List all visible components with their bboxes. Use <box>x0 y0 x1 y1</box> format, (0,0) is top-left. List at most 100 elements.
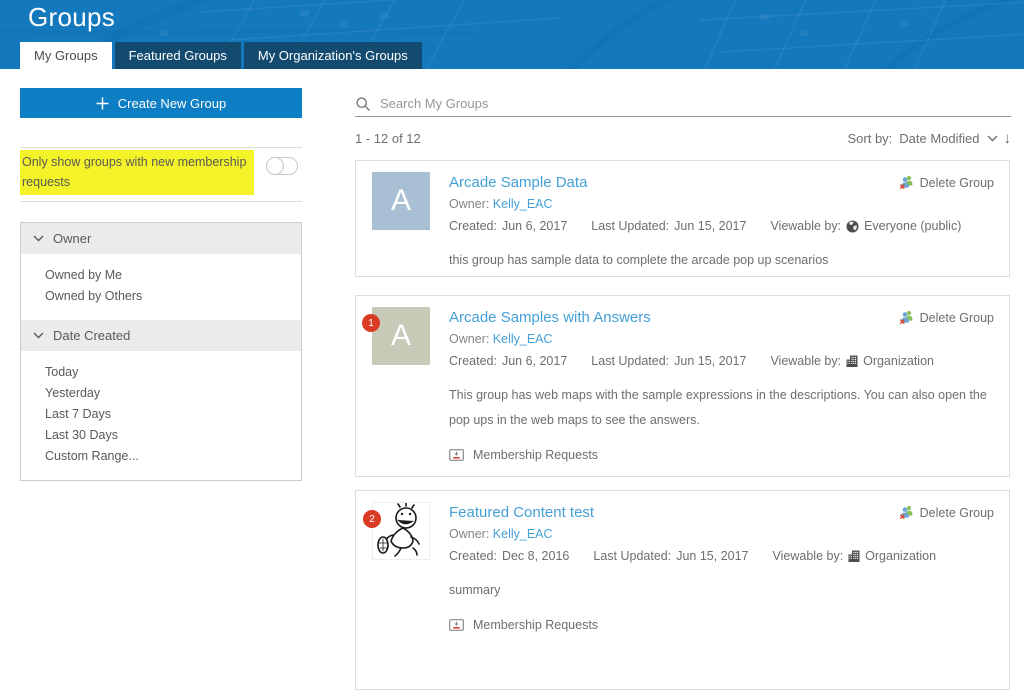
owner-link[interactable]: Kelly_EAC <box>493 527 553 541</box>
viewable-label: Viewable by: <box>770 354 842 368</box>
updated-label: Last Updated: <box>591 219 670 233</box>
filter-section-owner[interactable]: Owner <box>21 223 301 254</box>
organization-icon <box>846 355 858 367</box>
search-icon <box>356 96 370 111</box>
filter-section-title: Date Created <box>53 328 131 343</box>
group-thumbnail[interactable]: 1 A <box>362 307 430 365</box>
tab-featured-groups[interactable]: Featured Groups <box>114 42 241 69</box>
results-toolbar: 1 - 12 of 12 Sort by: Date Modified ↓ <box>355 130 1011 147</box>
filter-owned-by-me[interactable]: Owned by Me <box>45 265 301 286</box>
filter-last-7-days[interactable]: Last 7 Days <box>45 404 301 425</box>
created-label: Created: <box>449 354 497 368</box>
updated-value: Jun 15, 2017 <box>674 354 747 368</box>
viewable-value: Organization <box>863 354 934 368</box>
result-count: 1 - 12 of 12 <box>355 131 421 146</box>
owner-link[interactable]: Kelly_EAC <box>493 332 553 346</box>
thumbnail-letter: A <box>390 184 411 217</box>
updated-label: Last Updated: <box>593 549 672 563</box>
membership-filter-label: Only show groups with new membership req… <box>20 150 254 195</box>
membership-filter-toggle[interactable] <box>266 157 298 175</box>
filter-yesterday[interactable]: Yesterday <box>45 383 301 404</box>
group-title-link[interactable]: Featured Content test <box>449 504 594 522</box>
cartoon-thumbnail-image <box>377 503 420 557</box>
owner-line: Owner: Kelly_EAC <box>449 197 994 211</box>
membership-requests-label: Membership Requests <box>473 618 599 632</box>
created-value: Jun 6, 2017 <box>501 219 568 233</box>
sort-by-dropdown[interactable]: Sort by: Date Modified <box>847 131 997 146</box>
delete-group-icon <box>899 505 913 520</box>
search-bar <box>355 91 1011 117</box>
sort-direction-icon[interactable]: ↓ <box>1004 130 1012 147</box>
group-card-body: Featured Content test Owner: Kelly_EAC C… <box>449 502 994 677</box>
tab-bar: My Groups Featured Groups My Organizatio… <box>20 42 425 69</box>
membership-filter-row: Only show groups with new membership req… <box>20 150 302 195</box>
delete-group-button[interactable]: Delete Group <box>899 505 994 520</box>
delete-group-label: Delete Group <box>919 505 994 520</box>
filter-section-date-created[interactable]: Date Created <box>21 320 301 351</box>
created-label: Created: <box>449 219 497 233</box>
filter-last-30-days[interactable]: Last 30 Days <box>45 425 301 446</box>
globe-icon <box>846 220 859 233</box>
membership-request-count-badge: 1 <box>362 314 380 332</box>
created-value: Dec 8, 2016 <box>501 549 570 563</box>
create-new-group-button[interactable]: Create New Group <box>20 88 302 118</box>
delete-group-label: Delete Group <box>919 175 994 190</box>
created-label: Created: <box>449 549 497 563</box>
owner-link[interactable]: Kelly_EAC <box>493 197 553 211</box>
membership-request-count-badge: 2 <box>363 510 381 528</box>
sort-by-value: Date Modified <box>899 131 980 146</box>
group-thumbnail[interactable]: A <box>372 172 430 230</box>
chevron-down-icon <box>987 135 997 142</box>
group-description: summary <box>449 583 501 597</box>
owner-label: Owner: <box>449 527 490 541</box>
filter-custom-range[interactable]: Custom Range... <box>45 446 301 467</box>
membership-requests-icon <box>449 448 464 461</box>
meta-line: Created: Dec 8, 2016 Last Updated: Jun 1… <box>449 549 994 563</box>
updated-value: Jun 15, 2017 <box>674 219 747 233</box>
filter-section-title: Owner <box>53 231 92 246</box>
membership-requests-label: Membership Requests <box>473 448 599 462</box>
page-header: Groups My Groups Featured Groups My Orga… <box>0 0 1024 69</box>
group-card: 2 Featured Content test Owner: Kelly_EAC <box>355 490 1010 690</box>
tab-my-organizations-groups[interactable]: My Organization's Groups <box>243 42 422 69</box>
sidebar-divider-top <box>20 147 302 148</box>
create-new-group-label: Create New Group <box>117 95 227 111</box>
viewable-label: Viewable by: <box>772 549 844 563</box>
group-thumbnail[interactable]: 2 <box>363 502 430 560</box>
group-card: 1 A Arcade Samples with Answers Owner: K… <box>355 295 1010 477</box>
sidebar-divider-bottom <box>20 201 302 202</box>
group-card: A Arcade Sample Data Owner: Kelly_EAC Cr… <box>355 160 1010 277</box>
owner-line: Owner: Kelly_EAC <box>449 527 994 541</box>
group-title-link[interactable]: Arcade Samples with Answers <box>449 309 651 327</box>
viewable-value: Everyone (public) <box>864 219 962 233</box>
viewable-value: Organization <box>865 549 937 563</box>
filter-panel: Owner Owned by Me Owned by Others Date C… <box>20 222 302 481</box>
membership-requests-link[interactable]: Membership Requests <box>449 448 994 462</box>
page-title: Groups <box>28 2 116 32</box>
group-title-link[interactable]: Arcade Sample Data <box>449 174 587 192</box>
thumbnail-letter: A <box>390 319 411 352</box>
delete-group-button[interactable]: Delete Group <box>899 175 994 190</box>
filter-owned-by-others[interactable]: Owned by Others <box>45 286 301 307</box>
delete-group-label: Delete Group <box>919 310 994 325</box>
created-value: Jun 6, 2017 <box>501 354 568 368</box>
search-input[interactable] <box>380 96 1011 111</box>
meta-line: Created: Jun 6, 2017 Last Updated: Jun 1… <box>449 354 994 368</box>
toggle-knob <box>266 157 284 175</box>
delete-group-button[interactable]: Delete Group <box>899 310 994 325</box>
tab-my-groups[interactable]: My Groups <box>20 42 112 69</box>
delete-group-icon <box>899 175 913 190</box>
organization-icon <box>848 550 860 562</box>
sort-by-label: Sort by: <box>847 131 893 146</box>
group-card-body: Arcade Samples with Answers Owner: Kelly… <box>449 307 994 464</box>
viewable-label: Viewable by: <box>770 219 842 233</box>
delete-group-icon <box>899 310 913 325</box>
plus-icon <box>96 97 109 109</box>
owner-label: Owner: <box>449 197 490 211</box>
chevron-down-icon <box>33 332 44 339</box>
owner-filter-items: Owned by Me Owned by Others <box>21 254 301 320</box>
updated-label: Last Updated: <box>591 354 670 368</box>
filter-today[interactable]: Today <box>45 362 301 383</box>
updated-value: Jun 15, 2017 <box>676 549 749 563</box>
membership-requests-link[interactable]: Membership Requests <box>449 618 994 632</box>
